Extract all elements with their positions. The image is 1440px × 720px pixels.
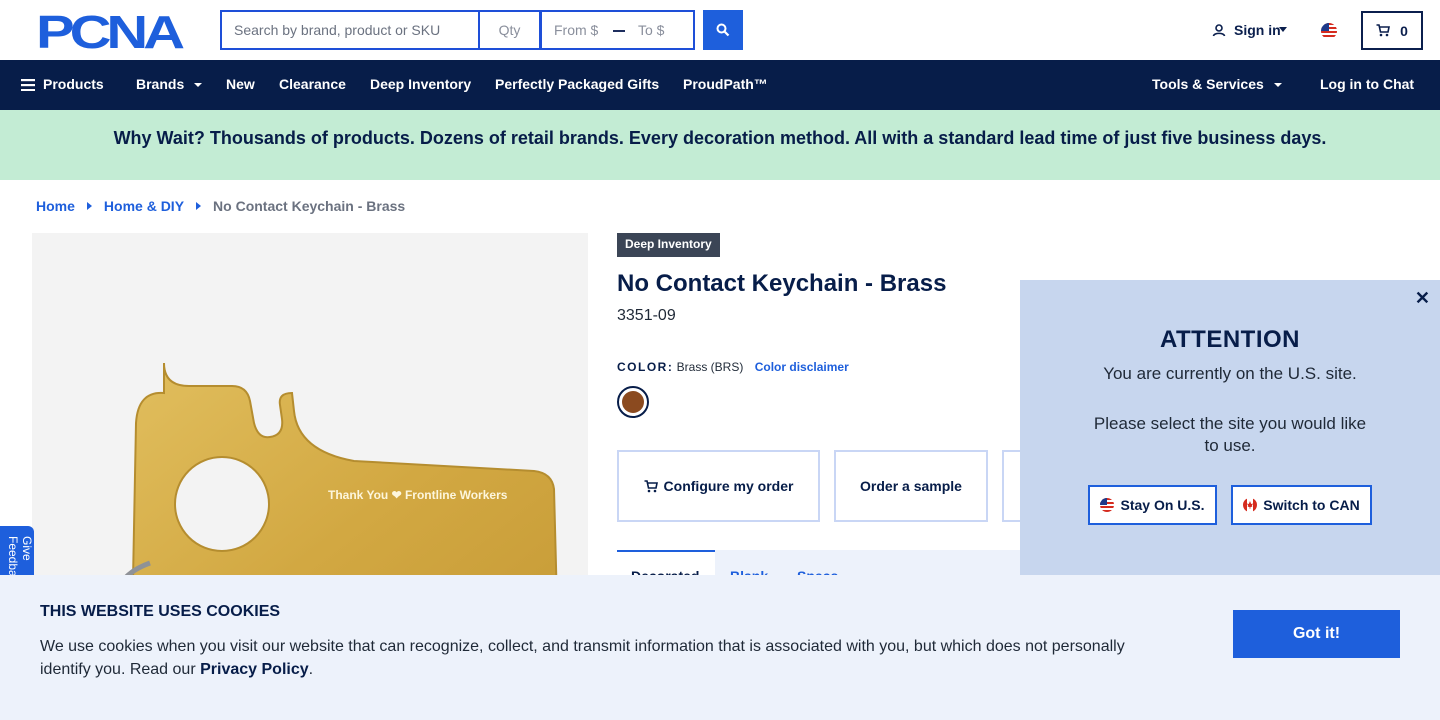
cart-icon: [1376, 24, 1391, 37]
cookie-banner: THIS WEBSITE USES COOKIES We use cookies…: [0, 575, 1440, 720]
breadcrumb-arrow-icon: [86, 202, 92, 210]
modal-heading: ATTENTION: [1159, 326, 1301, 353]
color-value: Brass (BRS): [676, 360, 744, 374]
caret-down-icon: [194, 83, 203, 88]
color-disclaimer-link[interactable]: Color disclaimer: [755, 360, 849, 374]
price-to-input[interactable]: To $: [638, 12, 664, 48]
user-icon: [1212, 24, 1226, 37]
deep-inventory-badge: Deep Inventory: [617, 233, 720, 257]
logo-text: PCNA: [36, 12, 183, 50]
us-flag-icon[interactable]: [1321, 23, 1337, 39]
top-bar: PCNA Search by brand, product or SKU Qty…: [0, 0, 1440, 60]
configure-order-label: Configure my order: [663, 478, 794, 494]
switch-can-button[interactable]: Switch to CAN: [1231, 485, 1372, 525]
swatch-fill: [622, 391, 644, 413]
nav-new[interactable]: New: [226, 60, 255, 110]
price-range: From $ To $: [540, 10, 695, 50]
stay-us-button[interactable]: Stay On U.S.: [1088, 485, 1217, 525]
cart-icon: [644, 479, 658, 492]
color-swatch-brass[interactable]: [617, 386, 649, 418]
product-sku: 3351-09: [617, 307, 676, 324]
cookie-text: We use cookies when you visit our websit…: [40, 635, 1160, 681]
switch-can-label: Switch to CAN: [1263, 497, 1360, 513]
nav-brands[interactable]: Brands: [136, 60, 203, 110]
cart-button[interactable]: 0: [1361, 11, 1423, 50]
modal-instruction: Please select the site you would like to…: [1093, 414, 1367, 455]
main-nav: Products Brands New Clearance Deep Inven…: [0, 60, 1440, 110]
order-sample-button[interactable]: Order a sample: [834, 450, 988, 522]
configure-order-button[interactable]: Configure my order: [617, 450, 820, 522]
nav-clearance[interactable]: Clearance: [279, 60, 346, 110]
breadcrumb: Home Home & DIY No Contact Keychain - Br…: [36, 198, 405, 214]
cookie-period: .: [308, 661, 314, 678]
stay-us-label: Stay On U.S.: [1120, 497, 1205, 513]
canada-flag-icon: [1243, 498, 1258, 512]
qty-input[interactable]: Qty: [478, 10, 540, 50]
sign-in-link[interactable]: Sign in: [1212, 22, 1287, 38]
nav-tools-label: Tools & Services: [1152, 76, 1264, 92]
accept-cookies-button[interactable]: Got it!: [1233, 610, 1400, 658]
color-label: COLOR:: [617, 360, 674, 374]
cart-count: 0: [1400, 22, 1408, 39]
nav-tools-services[interactable]: Tools & Services: [1152, 60, 1282, 110]
cookie-title: THIS WEBSITE USES COOKIES: [40, 603, 281, 620]
nav-products[interactable]: Products: [21, 60, 104, 110]
close-icon[interactable]: ✕: [1415, 288, 1430, 309]
breadcrumb-category[interactable]: Home & DIY: [104, 198, 184, 214]
product-title: No Contact Keychain - Brass: [617, 270, 947, 297]
locale-modal: ✕ ATTENTION You are currently on the U.S…: [1020, 280, 1440, 580]
caret-down-icon: [1273, 83, 1282, 88]
promo-banner: Why Wait? Thousands of products. Dozens …: [0, 110, 1440, 180]
hamburger-icon: [21, 79, 35, 92]
nav-products-label: Products: [43, 76, 104, 92]
price-from-input[interactable]: From $: [554, 12, 598, 48]
breadcrumb-current: No Contact Keychain - Brass: [213, 198, 406, 214]
range-dash: [613, 30, 625, 32]
nav-packaged-gifts[interactable]: Perfectly Packaged Gifts: [495, 60, 659, 110]
search-icon: [716, 23, 730, 37]
chevron-down-icon: [1278, 27, 1287, 32]
breadcrumb-home[interactable]: Home: [36, 198, 75, 214]
nav-brands-label: Brands: [136, 76, 185, 92]
color-row: COLOR: Brass (BRS) Color disclaimer: [617, 360, 849, 374]
search-input[interactable]: Search by brand, product or SKU: [220, 10, 478, 50]
us-flag-icon: [1100, 498, 1115, 512]
sign-in-label: Sign in: [1234, 22, 1281, 38]
privacy-policy-link[interactable]: Privacy Policy: [200, 661, 309, 678]
nav-chat[interactable]: Log in to Chat: [1320, 60, 1414, 110]
modal-current-site: You are currently on the U.S. site.: [1103, 364, 1357, 383]
nav-proudpath[interactable]: ProudPath™: [683, 60, 768, 110]
search-button[interactable]: [703, 10, 743, 50]
nav-deep-inventory[interactable]: Deep Inventory: [370, 60, 471, 110]
engraving-text: Thank You ❤ Frontline Workers: [328, 488, 508, 502]
breadcrumb-arrow-icon: [196, 202, 202, 210]
pcna-logo[interactable]: PCNA: [36, 12, 184, 50]
